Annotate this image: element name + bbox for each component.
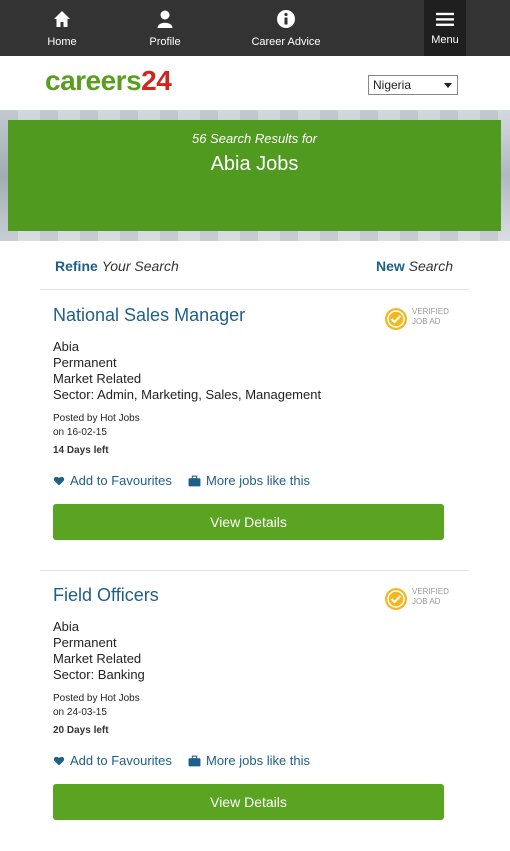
days-left: 14 Days left [53,445,109,456]
job-title-link[interactable]: National Sales Manager [53,305,245,326]
user-icon [157,10,173,28]
divider [40,570,469,571]
results-summary: 56 Search Results for Abia Jobs [8,120,501,231]
divider [40,289,469,290]
new-search-link[interactable]: New Search [376,258,453,274]
more-jobs-like-this-link[interactable]: More jobs like this [188,753,310,768]
job-location: Abia [53,619,80,634]
job-title-link[interactable]: Field Officers [53,585,159,606]
add-to-favourites-link[interactable]: Add to Favourites [53,473,172,488]
nav-profile[interactable]: Profile [135,0,195,56]
verified-seal-icon [385,308,407,330]
nav-career-advice-label: Career Advice [251,36,321,48]
nav-home-label: Home [47,36,77,48]
job-salary: Market Related [53,371,142,386]
dropdown-arrow-icon [444,83,452,88]
job-sector: Sector: Admin, Marketing, Sales, Managem… [53,387,322,402]
view-details-button[interactable]: View Details [53,504,444,540]
job-location: Abia [53,339,80,354]
verified-seal-icon [385,588,407,610]
verified-badge: VERIFIED JOB AD [384,587,464,613]
menu-label: Menu [431,34,459,46]
careers24-logo[interactable]: careers24 [45,65,172,97]
job-type: Permanent [53,635,117,650]
job-card: National Sales Manager VERIFIED JOB AD A… [0,305,510,555]
job-details: Abia Permanent Market Related Sector: Ba… [53,619,145,683]
verified-badge: VERIFIED JOB AD [384,307,464,333]
job-type: Permanent [53,355,117,370]
country-select-value: Nigeria [373,78,412,92]
job-card: Field Officers VERIFIED JOB AD Abia Perm… [0,585,510,840]
refine-search-link[interactable]: Refine Your Search [55,258,179,274]
nav-profile-label: Profile [149,36,181,48]
job-actions: Add to Favourites More jobs like this [53,473,453,491]
site-header: careers24 Nigeria [0,56,510,110]
heart-icon [53,756,65,766]
page-title: Abia Jobs [210,153,299,175]
home-icon [54,11,70,27]
results-banner: 56 Search Results for Abia Jobs [0,110,510,241]
country-select[interactable]: Nigeria [368,75,458,95]
menu-button[interactable]: Menu [424,0,466,56]
posted-info: Posted by Hot Jobs on 24-03-15 [53,693,140,718]
add-to-favourites-link[interactable]: Add to Favourites [53,753,172,768]
nav-home[interactable]: Home [32,0,92,56]
job-actions: Add to Favourites More jobs like this [53,753,453,771]
job-details: Abia Permanent Market Related Sector: Ad… [53,339,321,403]
view-details-button[interactable]: View Details [53,784,444,820]
hamburger-icon [436,12,454,26]
heart-icon [53,476,65,486]
days-left: 20 Days left [53,725,109,736]
briefcase-icon [188,475,201,487]
job-salary: Market Related [53,651,142,666]
info-icon [277,10,295,28]
nav-career-advice[interactable]: Career Advice [236,0,336,56]
briefcase-icon [188,755,201,767]
results-count: 56 Search Results for [191,131,317,146]
posted-info: Posted by Hot Jobs on 16-02-15 [53,413,140,438]
more-jobs-like-this-link[interactable]: More jobs like this [188,473,310,488]
top-nav: Home Profile Career Advice Menu [0,0,510,56]
job-sector: Sector: Banking [53,667,145,682]
